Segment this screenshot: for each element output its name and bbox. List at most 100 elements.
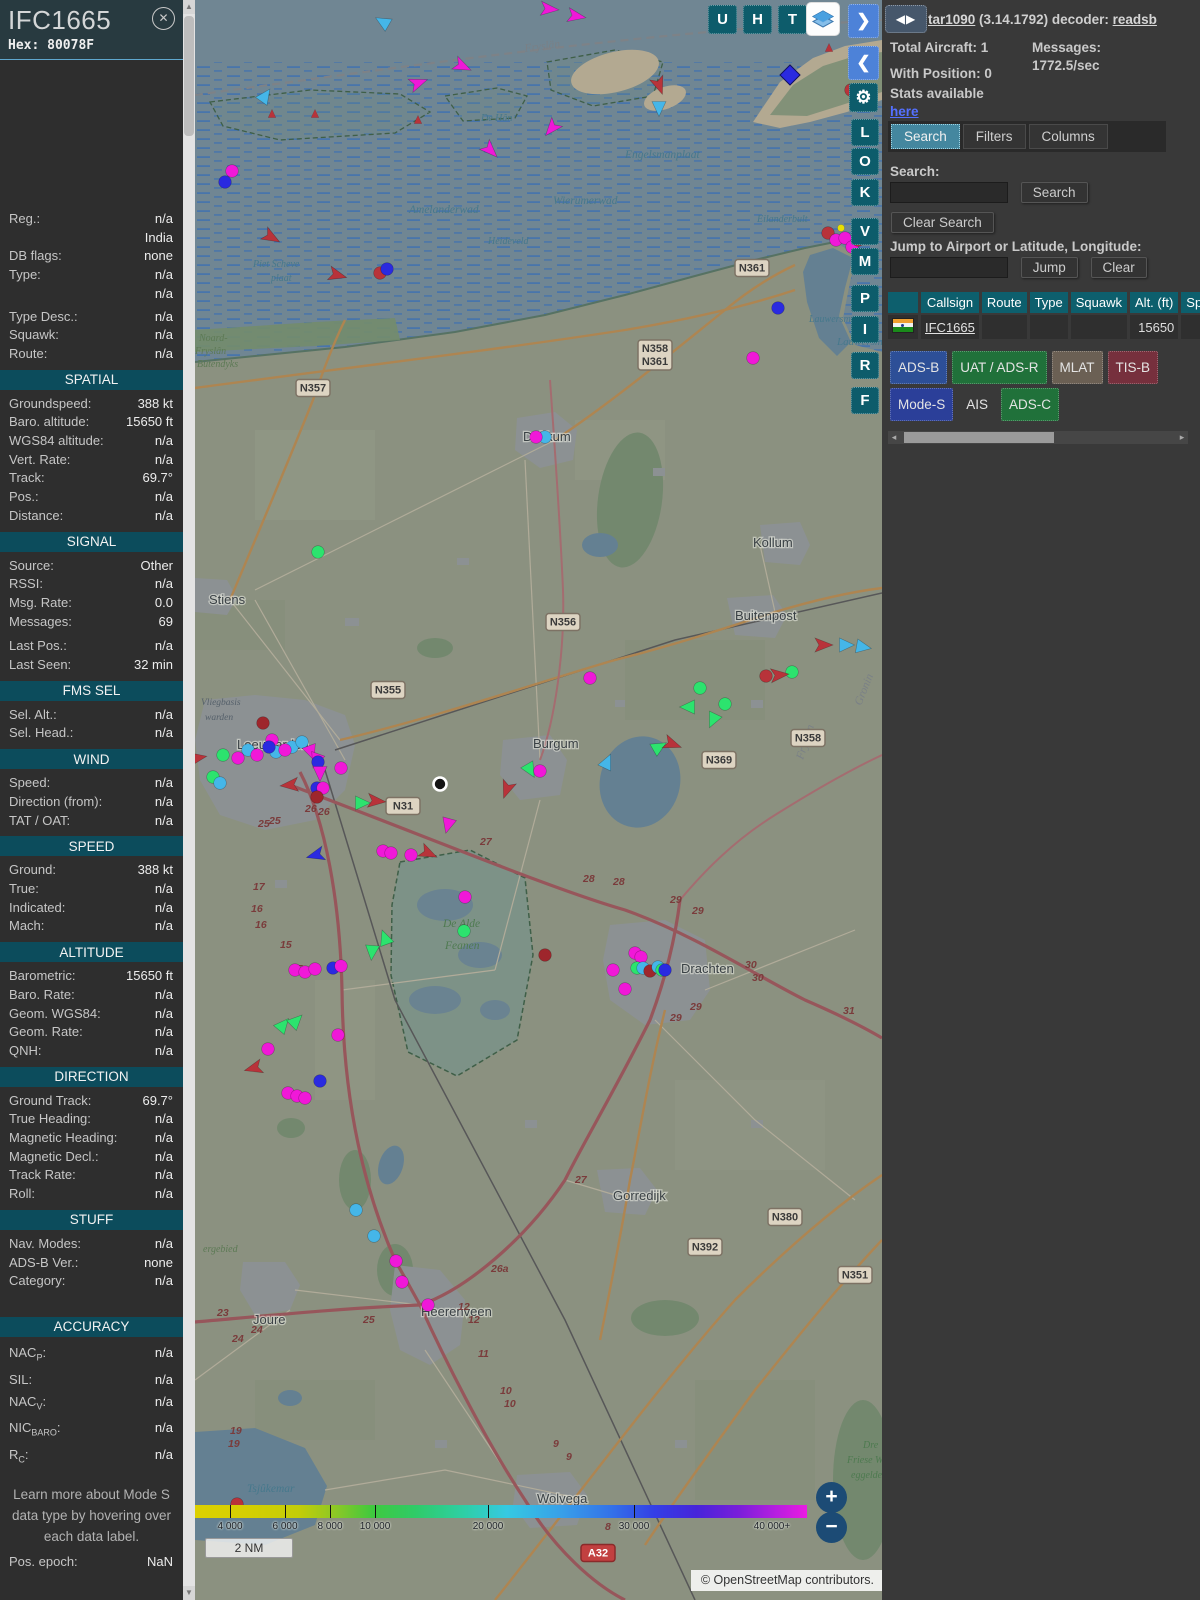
flag-column-header[interactable] bbox=[888, 292, 918, 313]
jump-clear-button[interactable]: Clear bbox=[1090, 257, 1147, 278]
aircraft-marker[interactable] bbox=[458, 890, 472, 904]
aircraft-marker[interactable] bbox=[785, 665, 799, 679]
layers-button[interactable] bbox=[806, 2, 840, 36]
zoom-in-button[interactable]: + bbox=[816, 1482, 847, 1513]
aircraft-marker[interactable] bbox=[278, 743, 292, 757]
map-svg[interactable]: Engelsmanplaat Amelanderwad Wierumerwad Hei… bbox=[195, 0, 882, 1600]
table-row[interactable]: IFC1665 15650 bbox=[888, 315, 1200, 339]
search-input[interactable] bbox=[890, 182, 1008, 203]
aircraft-marker[interactable] bbox=[606, 963, 620, 977]
table-horizontal-scrollbar[interactable]: ◂ ▸ bbox=[888, 431, 1188, 444]
map-button-p[interactable]: P bbox=[851, 285, 879, 312]
filter-badge-mlat[interactable]: MLAT bbox=[1051, 351, 1103, 384]
filter-badge-mode-s[interactable]: Mode-S bbox=[890, 388, 954, 421]
scrollbar-thumb[interactable] bbox=[184, 16, 194, 136]
filter-badge-tis-b[interactable]: TIS-B bbox=[1107, 351, 1159, 384]
aircraft-marker[interactable] bbox=[693, 681, 707, 695]
aircraft-marker[interactable] bbox=[404, 848, 418, 862]
scroll-left-icon[interactable]: ◂ bbox=[888, 431, 900, 444]
stats-here-link[interactable]: here bbox=[890, 103, 1200, 121]
route-column-header[interactable]: Route bbox=[981, 292, 1027, 313]
aircraft-marker[interactable] bbox=[334, 959, 348, 973]
aircraft-marker[interactable] bbox=[529, 430, 543, 444]
clear-search-button[interactable]: Clear Search bbox=[891, 212, 994, 233]
filter-badge-ads-b[interactable]: ADS-B bbox=[890, 351, 948, 384]
aircraft-marker[interactable] bbox=[298, 1091, 312, 1105]
map-button-o[interactable]: O bbox=[851, 148, 879, 175]
aircraft-marker[interactable] bbox=[256, 716, 270, 730]
filter-badge-ais[interactable]: AIS bbox=[958, 388, 996, 421]
jump-button[interactable]: Jump bbox=[1020, 257, 1078, 278]
scroll-down-icon[interactable]: ▼ bbox=[183, 1586, 195, 1600]
aircraft-marker[interactable] bbox=[583, 671, 597, 685]
aircraft-marker[interactable] bbox=[771, 301, 785, 315]
aircraft-marker[interactable] bbox=[618, 982, 632, 996]
aircraft-marker[interactable] bbox=[384, 846, 398, 860]
tab-search[interactable]: Search bbox=[891, 124, 960, 149]
aircraft-marker[interactable] bbox=[349, 1203, 363, 1217]
close-icon[interactable]: ✕ bbox=[152, 7, 175, 30]
filter-badge-uat-ads-r[interactable]: UAT / ADS-R bbox=[952, 351, 1047, 384]
aircraft-marker[interactable] bbox=[395, 1275, 409, 1289]
map-button-l[interactable]: L bbox=[851, 119, 879, 146]
aircraft-marker[interactable] bbox=[295, 735, 309, 749]
aircraft-marker[interactable] bbox=[759, 669, 773, 683]
aircraft-marker[interactable] bbox=[261, 1042, 275, 1056]
map-button-u[interactable]: U bbox=[708, 5, 737, 34]
zoom-out-button[interactable]: − bbox=[816, 1512, 847, 1543]
settings-button[interactable]: ⚙ bbox=[849, 83, 878, 112]
aircraft-marker[interactable] bbox=[367, 1229, 381, 1243]
aircraft-marker[interactable] bbox=[250, 748, 264, 762]
aircraft-marker[interactable] bbox=[334, 761, 348, 775]
map-button-t[interactable]: T bbox=[778, 5, 807, 34]
aircraft-marker[interactable] bbox=[432, 776, 448, 792]
jump-input[interactable] bbox=[890, 257, 1008, 278]
readsb-link[interactable]: readsb bbox=[1113, 12, 1157, 27]
aircraft-marker[interactable] bbox=[533, 764, 547, 778]
aircraft-marker[interactable] bbox=[218, 175, 232, 189]
sidebar-scrollbar[interactable]: ▲ ▼ bbox=[183, 0, 195, 1600]
tab-filters[interactable]: Filters bbox=[962, 124, 1026, 149]
aircraft-marker[interactable] bbox=[331, 1028, 345, 1042]
aircraft-marker[interactable] bbox=[457, 924, 471, 938]
aircraft-marker[interactable] bbox=[225, 164, 239, 178]
hscroll-thumb[interactable] bbox=[904, 432, 1054, 443]
aircraft-marker[interactable] bbox=[658, 963, 672, 977]
map-button-v[interactable]: V bbox=[851, 218, 879, 245]
tab-columns[interactable]: Columns bbox=[1028, 124, 1108, 149]
squawk-column-header[interactable]: Squawk bbox=[1070, 292, 1128, 313]
filter-badge-ads-c[interactable]: ADS-C bbox=[1001, 388, 1060, 421]
alt-column-header[interactable]: Alt. (ft) bbox=[1130, 292, 1179, 313]
aircraft-marker[interactable] bbox=[634, 950, 648, 964]
aircraft-marker[interactable] bbox=[538, 948, 552, 962]
row-callsign-link[interactable]: IFC1665 bbox=[925, 320, 975, 335]
aircraft-marker[interactable] bbox=[231, 751, 245, 765]
scroll-right-icon[interactable]: ▸ bbox=[1176, 431, 1188, 444]
map-button-r[interactable]: R bbox=[851, 352, 879, 379]
callsign-column-header[interactable]: Callsign bbox=[921, 292, 979, 313]
aircraft-marker[interactable] bbox=[308, 962, 322, 976]
aircraft-marker[interactable] bbox=[380, 262, 394, 276]
prev-aircraft-button[interactable]: ❮ bbox=[848, 46, 879, 80]
osm-attribution[interactable]: © OpenStreetMap contributors. bbox=[690, 1570, 882, 1591]
aircraft-marker[interactable] bbox=[718, 697, 732, 711]
aircraft-marker[interactable] bbox=[213, 776, 227, 790]
aircraft-marker[interactable] bbox=[311, 545, 325, 559]
map-button-m[interactable]: M bbox=[851, 248, 879, 275]
aircraft-marker[interactable] bbox=[216, 748, 230, 762]
aircraft-marker[interactable] bbox=[313, 1074, 327, 1088]
tar1090-link[interactable]: tar1090 bbox=[928, 12, 975, 27]
aircraft-marker[interactable] bbox=[837, 224, 845, 232]
map-button-h[interactable]: H bbox=[743, 5, 772, 34]
scroll-up-icon[interactable]: ▲ bbox=[183, 0, 195, 14]
map-button-k[interactable]: K bbox=[851, 179, 879, 206]
type-column-header[interactable]: Type bbox=[1029, 292, 1068, 313]
aircraft-marker[interactable] bbox=[389, 1254, 403, 1268]
aircraft-marker[interactable] bbox=[310, 790, 324, 804]
panel-toggle-button[interactable]: ◀▶ bbox=[885, 5, 927, 33]
aircraft-marker[interactable] bbox=[262, 740, 276, 754]
map-canvas[interactable]: Engelsmanplaat Amelanderwad Wierumerwad Hei… bbox=[195, 0, 882, 1600]
map-button-f[interactable]: F bbox=[851, 387, 879, 414]
next-aircraft-button[interactable]: ❯ bbox=[848, 4, 879, 38]
aircraft-marker[interactable] bbox=[421, 1298, 435, 1312]
